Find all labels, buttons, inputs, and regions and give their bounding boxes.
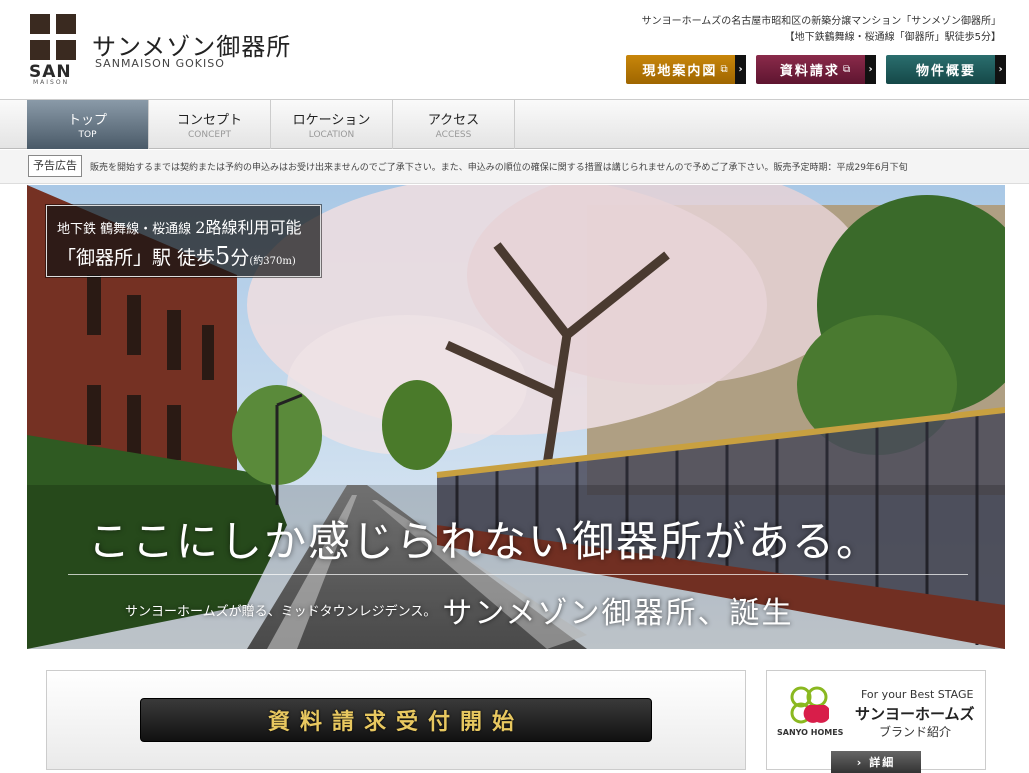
external-window-icon: ⧉ — [720, 64, 730, 75]
nav-label-en: CONCEPT — [188, 130, 231, 140]
sanyo-brand-intro: ブランド紹介 — [879, 725, 952, 739]
map-button[interactable]: 現地案内図 ⧉ › — [626, 55, 746, 84]
hero-sub-big: サンメゾン御器所、誕生 — [442, 596, 794, 631]
request-button[interactable]: 資料請求 ⧉ › — [756, 55, 876, 84]
station-routes: 2路線利用可能 — [195, 218, 302, 237]
nav-label-jp: トップ — [67, 113, 107, 128]
request-panel: 資料請求受付開始 — [46, 670, 746, 770]
nav-label-jp: ロケーション — [292, 113, 371, 128]
walk-minutes: 5 — [215, 242, 231, 270]
hero-subheadline: サンヨーホームズが贈る、ミッドタウンレジデンス。 サンメゾン御器所、誕生 — [125, 588, 793, 632]
nav-item-concept[interactable]: コンセプト CONCEPT — [149, 100, 271, 149]
tagline-line-1: サンヨーホームズの名古屋市昭和区の新築分譲マンション「サンメゾン御器所」 — [641, 16, 1001, 27]
nav-label-en: ACCESS — [435, 130, 472, 140]
nav-label-jp: コンセプト — [176, 113, 242, 128]
nav-item-top[interactable]: トップ TOP — [27, 100, 149, 149]
station-lines: 地下鉄 鶴舞線・桜通線 — [57, 222, 192, 237]
sanyo-homes-logo-icon — [790, 686, 829, 724]
hero-sub-small: サンヨーホームズが贈る、ミッドタウンレジデンス。 — [125, 604, 437, 620]
walk-unit: 分 — [230, 247, 250, 269]
external-window-icon: ⧉ — [842, 64, 853, 75]
tagline-line-2: 【地下鉄鶴舞線・桜通線「御器所」駅徒歩5分】 — [784, 32, 1001, 43]
logo-subtext: MAISON — [33, 79, 70, 86]
request-banner[interactable]: 資料請求受付開始 — [140, 698, 652, 742]
overview-button-label: 物件概要 — [915, 64, 976, 79]
walk-distance: (約370m) — [249, 256, 296, 267]
sanyo-slogan: For your Best STAGE — [861, 688, 974, 701]
chevron-right-icon: › — [735, 55, 746, 84]
station-info-box: 地下鉄 鶴舞線・桜通線 2路線利用可能 「御器所」駅 徒歩5分(約370m) — [45, 204, 322, 278]
site-header: SAN MAISON サンメゾン御器所 SANMAISON GOKISO サンヨ… — [0, 0, 1029, 99]
nav-label-en: TOP — [78, 130, 97, 140]
sanyo-company-name: サンヨーホームズ — [855, 705, 975, 723]
notice-tag: 予告広告 — [28, 155, 82, 177]
chevron-right-icon: › — [865, 55, 876, 84]
chevron-right-icon: › — [995, 55, 1006, 84]
overview-button[interactable]: 物件概要 › — [886, 55, 1006, 84]
brand-name-en: SANMAISON GOKISO — [95, 57, 225, 70]
nav-label-en: LOCATION — [308, 130, 355, 140]
hero-headline: ここにしか感じられない御器所がある。 — [88, 517, 881, 566]
map-button-label: 現地案内図 — [642, 64, 718, 79]
request-button-label: 資料請求 — [779, 64, 840, 79]
nav-label-jp: アクセス — [427, 113, 480, 128]
sanyo-logo-name: SANYO HOMES — [777, 728, 844, 737]
header-tagline: サンヨーホームズの名古屋市昭和区の新築分譲マンション「サンメゾン御器所」 【地下… — [642, 14, 1001, 46]
notice-bar: 予告広告 販売を開始するまでは契約または予約の申込みはお受け出来ませんのでご了承… — [0, 150, 1029, 184]
logo-mark-icon[interactable] — [30, 14, 76, 60]
sanyo-brand-panel: SANYO HOMES For your Best STAGE サンヨーホームズ… — [766, 670, 986, 773]
nav-item-location[interactable]: ロケーション LOCATION — [271, 100, 393, 149]
detail-button[interactable]: › 詳細 — [831, 751, 921, 773]
main-nav: トップ TOP コンセプト CONCEPT ロケーション LOCATION アク… — [0, 99, 1029, 149]
nav-item-access[interactable]: アクセス ACCESS — [393, 100, 515, 149]
station-line-1: 地下鉄 鶴舞線・桜通線 2路線利用可能 — [57, 214, 310, 238]
notice-text: 販売を開始するまでは契約または予約の申込みはお受け出来ませんのでご了承下さい。ま… — [90, 163, 908, 173]
hero-divider — [68, 574, 968, 575]
chevron-right-icon: › — [856, 755, 864, 769]
station-line-2: 「御器所」駅 徒歩5分(約370m) — [57, 242, 310, 270]
station-name: 「御器所」駅 徒歩 — [57, 247, 216, 269]
